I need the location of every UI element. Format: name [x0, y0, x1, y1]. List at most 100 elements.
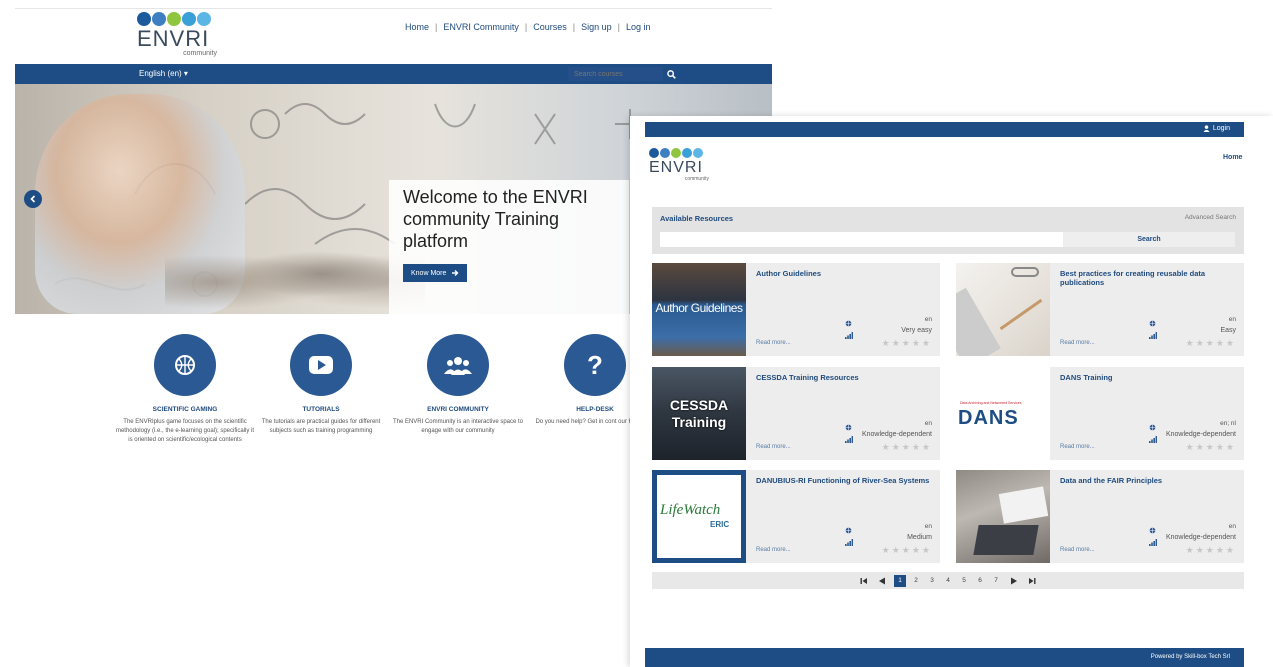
top-divider	[15, 8, 772, 9]
resource-difficulty: Knowledge-dependent	[1165, 431, 1236, 438]
resource-thumbnail[interactable]	[956, 470, 1050, 563]
page-number-1[interactable]: 1	[894, 574, 906, 587]
read-more-link[interactable]: Read more...	[1060, 340, 1095, 346]
available-resources-panel: Available Resources Advanced Search Sear…	[652, 207, 1244, 254]
prev-page-icon[interactable]	[876, 575, 888, 587]
resource-title[interactable]: DANS Training	[1060, 373, 1236, 382]
resource-language: en	[1228, 523, 1236, 530]
resource-difficulty: Knowledge-dependent	[861, 431, 932, 438]
know-more-button[interactable]: Know More	[403, 264, 468, 282]
carousel-prev-icon[interactable]	[24, 190, 42, 208]
login-link[interactable]: Login	[1203, 125, 1230, 132]
rating-stars-icon[interactable]: ★★★★★	[1186, 545, 1236, 556]
resource-title[interactable]: Author Guidelines	[756, 269, 932, 278]
read-more-link[interactable]: Read more...	[756, 547, 791, 553]
resource-language: en	[1228, 316, 1236, 323]
resource-card[interactable]: LifeWatch ERIC DANUBIUS-RI Functioning of …	[652, 470, 940, 563]
resource-language: en	[924, 316, 932, 323]
feature-tutorials[interactable]: TUTORIALS The tutorials are practical gu…	[251, 334, 391, 436]
rating-stars-icon[interactable]: ★★★★★	[1186, 338, 1236, 349]
read-more-link[interactable]: Read more...	[1060, 547, 1095, 553]
page-number-6[interactable]: 6	[974, 575, 986, 587]
page-number-7[interactable]: 7	[990, 575, 1002, 587]
first-page-icon[interactable]	[858, 575, 870, 587]
rating-stars-icon[interactable]: ★★★★★	[882, 442, 932, 453]
page-number-4[interactable]: 4	[942, 575, 954, 587]
resource-card[interactable]: Best practices for creating reusable dat…	[956, 263, 1244, 356]
last-page-icon[interactable]	[1026, 575, 1038, 587]
logo-dot	[197, 12, 211, 26]
resource-card[interactable]: CESSDA Training CESSDA Training Resources…	[652, 367, 940, 460]
resource-search-input[interactable]	[660, 232, 1063, 247]
read-more-link[interactable]: Read more...	[756, 340, 791, 346]
user-icon	[1203, 125, 1210, 132]
resource-card[interactable]: Data and the FAIR Principles en Knowledge-…	[956, 470, 1244, 563]
resource-thumbnail[interactable]: Author Guidelines	[652, 263, 746, 356]
welcome-heading: Welcome to the ENVRI community Training …	[403, 187, 588, 251]
logo-dot	[693, 148, 703, 158]
feature-title: ENVRI COMMUNITY	[427, 406, 489, 413]
thumb-sub: ERIC	[710, 520, 730, 529]
search-icon[interactable]	[663, 67, 679, 81]
next-page-icon[interactable]	[1008, 575, 1020, 587]
search-button[interactable]: Search	[1063, 232, 1235, 247]
footer-bar: Powered by Skill-box Tech Srl	[645, 648, 1244, 667]
page-number-5[interactable]: 5	[958, 575, 970, 587]
nav-sign-up[interactable]: Sign up	[581, 22, 612, 32]
envri-logo-small[interactable]: ENVRI community	[649, 148, 709, 182]
top-bar: Login	[645, 122, 1244, 137]
users-icon[interactable]	[427, 334, 489, 396]
question-icon[interactable]: ?	[564, 334, 626, 396]
basketball-icon[interactable]	[154, 334, 216, 396]
powered-by-text: Powered by Skill-box Tech Srl	[1150, 654, 1230, 660]
know-more-label: Know More	[411, 269, 447, 277]
logo-dot	[682, 148, 692, 158]
page-number-3[interactable]: 3	[926, 575, 938, 587]
glasses-shape	[1011, 267, 1039, 277]
resource-title[interactable]: Data and the FAIR Principles	[1060, 476, 1236, 485]
resource-title[interactable]: CESSDA Training Resources	[756, 373, 932, 382]
nav-home[interactable]: Home	[405, 22, 429, 32]
logo-dot	[137, 12, 151, 26]
welcome-panel: Welcome to the ENVRI community Training …	[389, 180, 629, 314]
resource-title[interactable]: DANUBIUS-RI Functioning of River-Sea Sys…	[756, 476, 932, 485]
signal-bars-icon	[1149, 326, 1157, 344]
resource-card[interactable]: Author Guidelines Author Guidelines en Very…	[652, 263, 940, 356]
feature-title: TUTORIALS	[302, 406, 340, 413]
resource-thumbnail[interactable]: LifeWatch ERIC	[652, 470, 746, 563]
read-more-link[interactable]: Read more...	[756, 444, 791, 450]
resource-difficulty: Medium	[907, 534, 932, 541]
nav-home-link[interactable]: Home	[1223, 154, 1242, 161]
advanced-search-link[interactable]: Advanced Search	[1185, 214, 1236, 221]
nav-envri-community[interactable]: ENVRI Community	[443, 22, 519, 32]
rating-stars-icon[interactable]: ★★★★★	[882, 338, 932, 349]
page-number-2[interactable]: 2	[910, 575, 922, 587]
logo-word: ENVRI	[649, 159, 703, 176]
language-selector[interactable]: English (en) ▾	[139, 69, 188, 78]
resource-difficulty: Very easy	[901, 327, 932, 334]
laptop-shape	[973, 525, 1039, 555]
rating-stars-icon[interactable]: ★★★★★	[1186, 442, 1236, 453]
resource-title[interactable]: Best practices for creating reusable dat…	[1060, 269, 1236, 287]
resource-language: en	[924, 523, 932, 530]
resource-language: en; nl	[1220, 420, 1236, 427]
nav-separator: |	[524, 22, 528, 32]
rating-stars-icon[interactable]: ★★★★★	[882, 545, 932, 556]
resource-thumbnail[interactable]: CESSDA Training	[652, 367, 746, 460]
resource-card[interactable]: Data Archiving and Networked Services DAN…	[956, 367, 1244, 460]
resource-thumbnail[interactable]: Data Archiving and Networked Services DAN…	[956, 367, 1050, 460]
resource-difficulty: Knowledge-dependent	[1165, 534, 1236, 541]
resource-thumbnail[interactable]	[956, 263, 1050, 356]
feature-envri-community[interactable]: ENVRI COMMUNITY The ENVRI Community is a…	[388, 334, 528, 436]
resource-difficulty: Easy	[1220, 327, 1236, 334]
feature-title: SCIENTIFIC GAMING	[152, 406, 218, 413]
envri-logo[interactable]: ENVRI community	[137, 12, 217, 58]
read-more-link[interactable]: Read more...	[1060, 444, 1095, 450]
nav-log-in[interactable]: Log in	[626, 22, 651, 32]
thumb-caption: LifeWatch	[660, 502, 721, 518]
play-icon[interactable]	[290, 334, 352, 396]
course-search-input[interactable]	[568, 67, 663, 81]
feature-scientific-gaming[interactable]: SCIENTIFIC GAMING The ENVRIplus game foc…	[115, 334, 255, 445]
nav-courses[interactable]: Courses	[533, 22, 567, 32]
logo-sub: community	[684, 176, 709, 182]
